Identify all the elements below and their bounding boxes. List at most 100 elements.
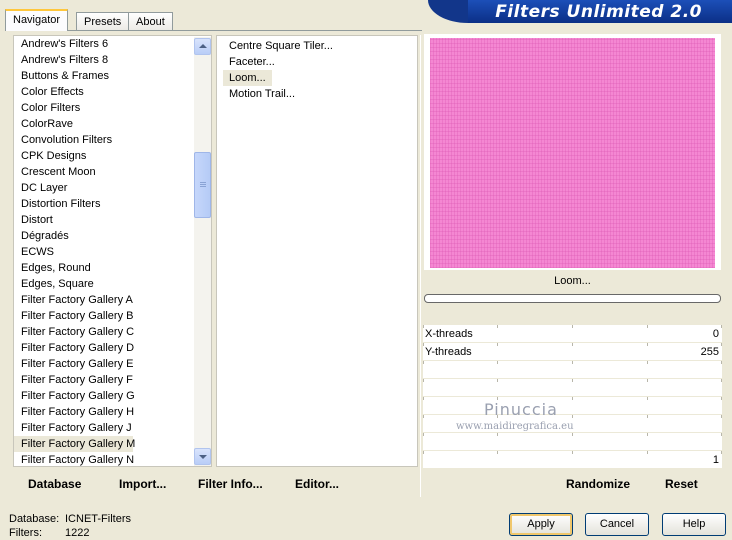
category-item[interactable]: Color Filters	[14, 100, 194, 116]
category-item[interactable]: Filter Factory Gallery F	[14, 372, 194, 388]
scroll-down-button[interactable]	[194, 448, 211, 465]
title-banner: Filters Unlimited 2.0	[428, 0, 732, 23]
parameter-row[interactable]	[423, 433, 722, 451]
slider-tick	[721, 415, 722, 418]
category-item[interactable]: Filter Factory Gallery G	[14, 388, 194, 404]
parameter-toolbar: Randomize Reset	[423, 472, 722, 497]
watermark-title: Pinuccia	[484, 400, 558, 419]
randomize-label: Randomize	[566, 477, 631, 491]
parameter-row[interactable]: 1	[423, 451, 722, 469]
category-item[interactable]: Distort	[14, 212, 194, 228]
slider-tick	[721, 451, 722, 454]
category-item[interactable]: Edges, Square	[14, 276, 194, 292]
parameter-value: 255	[700, 346, 719, 358]
parameter-row[interactable]: X-threads 0	[423, 325, 722, 343]
filter-item[interactable]: Faceter...	[223, 54, 339, 70]
status-info: Database: ICNET-Filters Filters: 1222	[9, 512, 131, 540]
tab-about[interactable]: About	[128, 12, 173, 30]
filter-info-button[interactable]: Filter Info...	[198, 477, 263, 491]
category-item[interactable]: Filter Factory Gallery A	[14, 292, 194, 308]
slider-tick	[423, 379, 424, 382]
chevron-up-icon	[199, 44, 207, 48]
filter-list-panel: Centre Square Tiler... Faceter... Loom... M…	[216, 35, 418, 467]
grip-icon	[200, 182, 206, 183]
slider-tick	[572, 397, 573, 400]
category-item[interactable]: Convolution Filters	[14, 132, 194, 148]
database-button[interactable]: Database	[28, 477, 81, 491]
import-label: Import...	[119, 477, 167, 491]
parameter-row[interactable]	[423, 397, 722, 415]
slider-tick	[423, 451, 424, 454]
category-item[interactable]: ColorRave	[14, 116, 194, 132]
category-item[interactable]: Color Effects	[14, 84, 194, 100]
scroll-up-button[interactable]	[194, 38, 211, 55]
navigator-toolbar: Database Import... Filter Info... Editor…	[13, 472, 418, 497]
database-status-label: Database:	[9, 513, 60, 525]
category-item[interactable]: Dégradés	[14, 228, 194, 244]
reset-button[interactable]: Reset	[665, 477, 698, 491]
parameter-row[interactable]	[423, 361, 722, 379]
divider	[420, 35, 421, 497]
slider-tick	[423, 343, 424, 346]
editor-button[interactable]: Editor...	[295, 477, 339, 491]
slider-tick	[721, 343, 722, 346]
slider-tick	[572, 379, 573, 382]
slider-tick	[721, 361, 722, 364]
slider-tick	[497, 379, 498, 382]
category-item[interactable]: Filter Factory Gallery J	[14, 420, 194, 436]
preview-image	[430, 38, 715, 268]
category-item[interactable]: Filter Factory Gallery D	[14, 340, 194, 356]
progress-bar	[424, 294, 721, 303]
category-item[interactable]: Filter Factory Gallery H	[14, 404, 194, 420]
category-item[interactable]: Filter Factory Gallery M	[14, 436, 135, 452]
category-item[interactable]: CPK Designs	[14, 148, 194, 164]
category-list-panel: Andrew's Filters 6 Andrew's Filters 8 Butt…	[13, 35, 212, 467]
filter-item[interactable]: Centre Square Tiler...	[223, 38, 339, 54]
category-scrollbar[interactable]	[194, 37, 211, 466]
cancel-button[interactable]: Cancel	[585, 513, 649, 536]
filter-list: Centre Square Tiler... Faceter... Loom... M…	[223, 38, 339, 102]
category-item[interactable]: Edges, Round	[14, 260, 194, 276]
slider-tick	[647, 379, 648, 382]
slider-tick	[572, 361, 573, 364]
slider-tick	[647, 433, 648, 436]
slider-tick	[647, 325, 648, 328]
import-button[interactable]: Import...	[119, 477, 166, 491]
slider-tick	[497, 451, 498, 454]
category-item[interactable]: Filter Factory Gallery B	[14, 308, 194, 324]
slider-tick	[497, 343, 498, 346]
slider-tick	[647, 361, 648, 364]
parameter-row[interactable]: Y-threads 255	[423, 343, 722, 361]
category-item[interactable]: ECWS	[14, 244, 194, 260]
filter-info-label: Filter Info...	[198, 477, 263, 491]
slider-tick	[721, 325, 722, 328]
filters-count-value: 1222	[65, 527, 90, 539]
category-item[interactable]: Filter Factory Gallery E	[14, 356, 194, 372]
category-item[interactable]: DC Layer	[14, 180, 194, 196]
slider-tick	[647, 451, 648, 454]
slider-tick	[572, 433, 573, 436]
slider-tick	[572, 451, 573, 454]
help-button[interactable]: Help	[662, 513, 726, 536]
category-item[interactable]: Crescent Moon	[14, 164, 194, 180]
slider-tick	[572, 343, 573, 346]
randomize-button[interactable]: Randomize	[566, 477, 630, 491]
parameter-row[interactable]	[423, 379, 722, 397]
scroll-thumb[interactable]	[194, 152, 211, 218]
category-item[interactable]: Andrew's Filters 8	[14, 52, 194, 68]
category-item[interactable]: Filter Factory Gallery N	[14, 452, 194, 468]
tab-navigator[interactable]: Navigator	[5, 9, 69, 31]
slider-tick	[721, 433, 722, 436]
category-item[interactable]: Distortion Filters	[14, 196, 194, 212]
slider-ticks	[423, 433, 722, 450]
filter-item[interactable]: Loom...	[223, 70, 272, 86]
apply-button[interactable]: Apply	[509, 513, 573, 536]
category-item[interactable]: Buttons & Frames	[14, 68, 194, 84]
parameter-label: Y-threads	[425, 346, 472, 358]
slider-tick	[721, 397, 722, 400]
category-item[interactable]: Andrew's Filters 6	[14, 36, 194, 52]
category-item[interactable]: Filter Factory Gallery C	[14, 324, 194, 340]
filter-item[interactable]: Motion Trail...	[223, 86, 339, 102]
slider-tick	[423, 325, 424, 328]
tab-presets[interactable]: Presets	[76, 12, 130, 30]
